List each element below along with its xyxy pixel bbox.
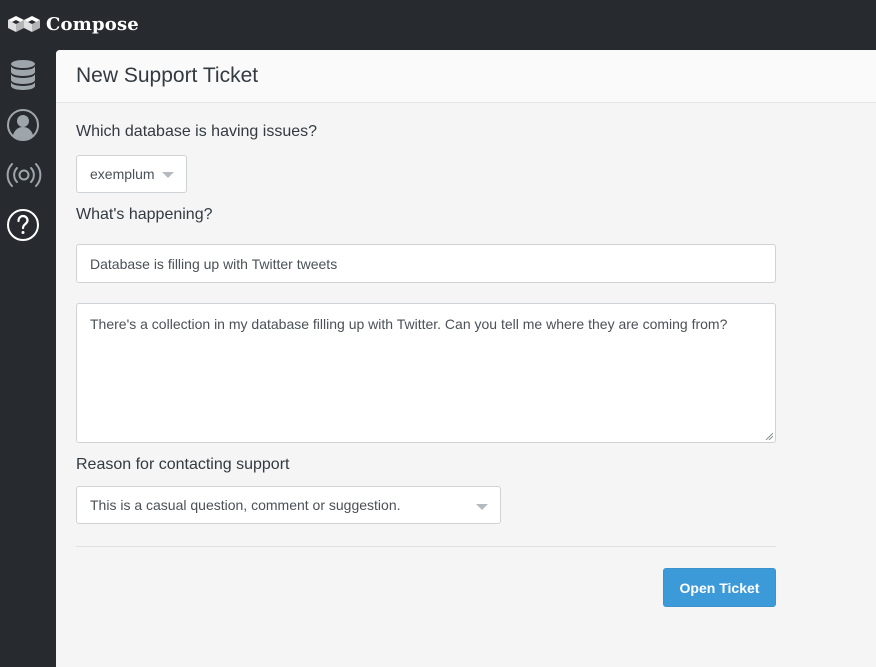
help-icon	[7, 209, 39, 241]
description-textarea[interactable]: There's a collection in my database fill…	[76, 303, 776, 443]
subject-input[interactable]: Database is filling up with Twitter twee…	[76, 244, 776, 283]
reason-select-value: This is a casual question, comment or su…	[90, 497, 401, 513]
chevron-down-icon	[476, 504, 488, 510]
subject-input-value: Database is filling up with Twitter twee…	[90, 255, 338, 272]
main-panel: New Support Ticket Which database is hav…	[56, 50, 876, 667]
database-label: Which database is having issues?	[76, 123, 318, 140]
brand[interactable]: Compose	[8, 12, 139, 36]
sidebar-item-databases[interactable]	[6, 58, 40, 92]
resize-handle-icon[interactable]	[765, 432, 773, 440]
sidebar-item-account[interactable]	[6, 108, 40, 142]
open-ticket-button[interactable]: Open Ticket	[663, 568, 776, 607]
reason-label: Reason for contacting support	[76, 456, 290, 473]
happening-label: What's happening?	[76, 206, 213, 223]
sidebar	[0, 50, 56, 667]
user-icon	[7, 109, 39, 141]
page-header: New Support Ticket	[56, 50, 876, 103]
description-textarea-value: There's a collection in my database fill…	[90, 316, 728, 332]
chevron-down-icon	[162, 172, 174, 178]
database-select[interactable]: exemplum	[76, 155, 187, 193]
sidebar-item-support[interactable]	[6, 208, 40, 242]
reason-select[interactable]: This is a casual question, comment or su…	[76, 486, 501, 524]
form-divider	[76, 546, 776, 547]
top-bar: Compose	[0, 0, 876, 50]
broadcast-icon	[6, 163, 42, 187]
app-name: Compose	[46, 13, 139, 35]
sidebar-item-status[interactable]	[5, 158, 43, 192]
database-icon	[11, 60, 35, 90]
compose-logo-icon	[8, 16, 40, 32]
page-title: New Support Ticket	[76, 64, 259, 87]
database-select-value: exemplum	[90, 166, 155, 182]
